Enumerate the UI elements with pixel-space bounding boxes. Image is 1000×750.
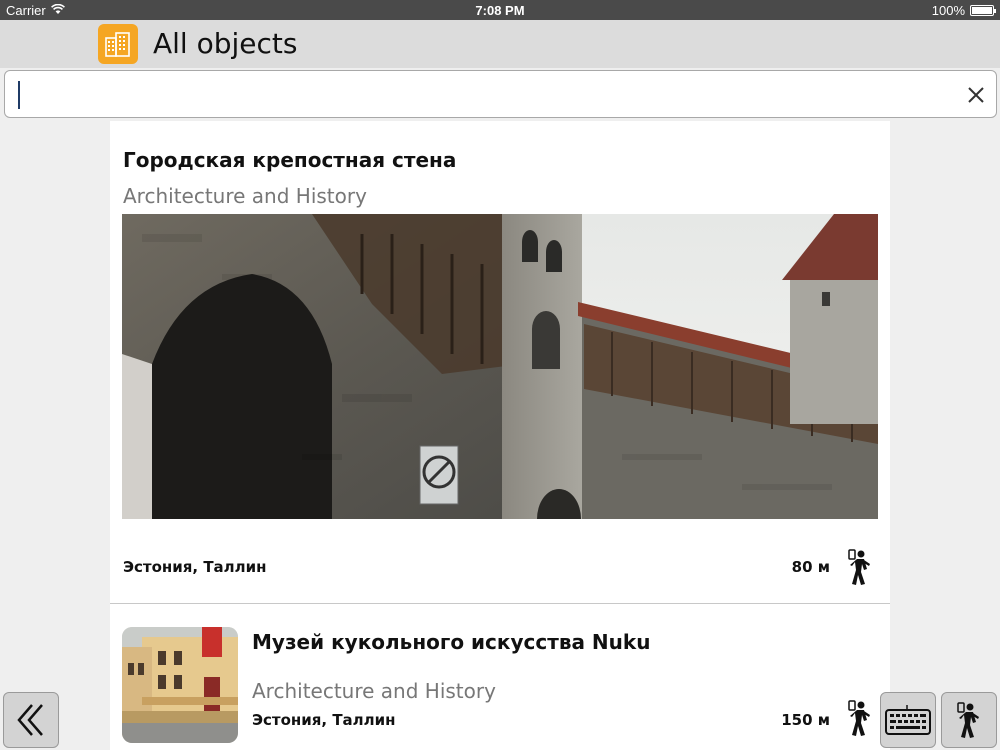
- item-category: Architecture and History: [123, 184, 367, 208]
- item-location: Эстония, Таллин: [252, 711, 396, 729]
- list-item[interactable]: Городская крепостная стена Architecture …: [110, 121, 890, 604]
- item-thumbnail: [122, 627, 238, 743]
- search-input[interactable]: [13, 77, 953, 111]
- item-title: Городская крепостная стена: [123, 148, 457, 172]
- pedestrian-icon: [848, 548, 872, 586]
- pedestrian-icon: [957, 702, 979, 738]
- page-title: All objects: [153, 27, 298, 60]
- objects-list[interactable]: Городская крепостная стена Architecture …: [110, 121, 890, 750]
- list-item[interactable]: Музей кукольного искусства Nuku Architec…: [110, 605, 890, 750]
- keyboard-icon: [885, 705, 931, 735]
- buildings-icon: [98, 24, 138, 64]
- item-location: Эстония, Таллин: [123, 558, 267, 576]
- pedestrian-icon: [848, 699, 872, 737]
- nav-header: All objects: [0, 20, 1000, 68]
- close-icon: [968, 87, 984, 103]
- battery-icon: [970, 5, 996, 16]
- walk-mode-button[interactable]: [941, 692, 997, 748]
- item-distance: 80 м: [791, 558, 830, 576]
- status-bar: Carrier 7:08 PM 100%: [0, 0, 1000, 20]
- double-chevron-left-icon: [17, 704, 43, 736]
- battery-percent: 100%: [931, 3, 965, 18]
- item-photo: [122, 214, 878, 519]
- text-caret: [18, 81, 20, 109]
- item-category: Architecture and History: [252, 679, 496, 703]
- item-title: Музей кукольного искусства Nuku: [252, 630, 651, 654]
- item-distance: 150 м: [781, 711, 830, 729]
- keyboard-button[interactable]: [880, 692, 936, 748]
- back-button[interactable]: [3, 692, 59, 748]
- search-box[interactable]: [4, 70, 997, 118]
- status-time: 7:08 PM: [475, 3, 525, 18]
- clear-search-button[interactable]: [964, 83, 988, 107]
